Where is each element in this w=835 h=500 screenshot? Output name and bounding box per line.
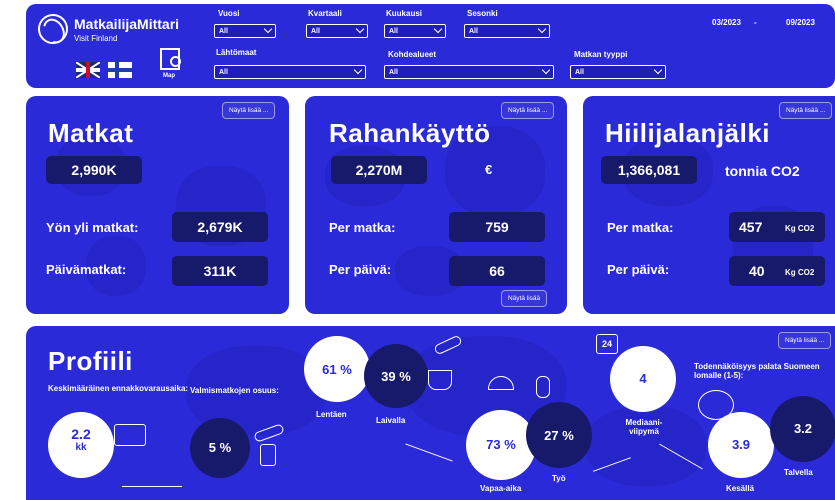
leisure-share-value: 73 % — [466, 410, 536, 480]
carbon-unit: tonnia CO2 — [725, 163, 800, 179]
per-trip-label: Per matka: — [329, 220, 396, 235]
summer-return-value: 3.9 — [708, 412, 774, 478]
origin-filter-label: Lähtömaat — [216, 48, 257, 57]
chevron-down-icon — [541, 65, 551, 75]
brand-name: MatkailijaMittari — [74, 16, 180, 32]
plane-share-value: 61 % — [304, 336, 370, 402]
per-trip-value: 759 — [449, 212, 545, 242]
spending-card: Näytä lisää ... Rahankäyttö 2,270M € Per… — [305, 96, 567, 314]
carbon-total: 1,366,081 — [601, 156, 697, 184]
spending-title: Rahankäyttö — [329, 118, 491, 148]
booking-time-label: Keskimääräinen ennakkovarausaika: — [48, 384, 189, 393]
work-share-label: Työ — [552, 474, 566, 483]
day-trips-value: 311K — [172, 256, 268, 286]
logo-icon — [38, 14, 68, 44]
chevron-down-icon — [355, 24, 365, 34]
origin-filter-select[interactable]: All — [214, 65, 366, 79]
map-label: Map — [163, 73, 175, 79]
booking-time-value: 2.2 — [71, 426, 91, 442]
trips-total: 2,990K — [46, 156, 142, 184]
summer-return-label: Kesällä — [726, 484, 755, 493]
winter-return-value: 3.2 — [770, 396, 835, 462]
quarter-filter-select[interactable]: All — [306, 24, 368, 38]
day-trips-label: Päivämatkat: — [46, 262, 127, 277]
date-end: 09/2023 — [786, 18, 815, 27]
median-stay-label: Mediaani-viipymä — [625, 418, 663, 436]
overnight-label: Yön yli matkat: — [46, 220, 139, 235]
chevron-down-icon — [537, 24, 547, 34]
trips-title: Matkat — [48, 118, 134, 148]
quarter-filter-label: Kvartaali — [308, 9, 342, 18]
calendar-icon: 24 — [596, 334, 618, 354]
destination-filter-label: Kohdealueet — [388, 50, 437, 59]
season-filter-label: Sesonki — [467, 9, 498, 18]
chevron-down-icon — [653, 65, 663, 75]
date-start: 03/2023 — [712, 18, 741, 27]
keyboard-icon — [114, 424, 146, 446]
show-more-button[interactable]: Näytä lisää ... — [222, 102, 276, 119]
per-day-unit: Kg CO2 — [785, 268, 815, 277]
winter-return-label: Talvella — [784, 468, 813, 477]
median-stay-value: 4 — [610, 346, 676, 412]
year-filter-select[interactable]: All — [214, 24, 276, 38]
ship-share-value: 39 % — [364, 344, 428, 408]
filter-header: MatkailijaMittari Visit Finland Map Vuos… — [26, 4, 835, 88]
brand-subtitle: Visit Finland — [74, 34, 118, 43]
chevron-down-icon — [433, 24, 443, 34]
show-more-button[interactable]: Näytä lisää ... — [779, 102, 833, 119]
ship-icon — [428, 370, 452, 390]
plane-share-label: Lentäen — [316, 410, 347, 419]
ship-share-label: Laivalla — [376, 416, 406, 425]
business-traveler-icon — [536, 376, 550, 398]
month-filter-label: Kuukausi — [386, 9, 423, 18]
package-share-value: 5 % — [190, 418, 250, 478]
show-more-button[interactable]: Näytä lisää ... — [778, 332, 832, 349]
return-probability-label: Todennäköisyys palata Suomeen lomalle (1… — [694, 362, 820, 380]
booking-time-circle: 2.2 kk — [48, 412, 114, 478]
leisure-share-label: Vapaa-aika — [480, 484, 522, 493]
overnight-value: 2,679K — [172, 212, 268, 242]
uk-flag-icon[interactable] — [76, 62, 100, 78]
per-trip-label: Per matka: — [607, 220, 674, 235]
chevron-down-icon — [353, 65, 363, 75]
carbon-title: Hiilijalanjälki — [605, 118, 771, 148]
finland-flag-icon[interactable] — [108, 62, 132, 78]
work-share-value: 27 % — [526, 402, 592, 468]
package-share-label: Valmismatkojen osuus: — [190, 386, 279, 395]
season-filter-select[interactable]: All — [464, 24, 550, 38]
spending-total: 2,270M — [331, 156, 427, 184]
arrow-icon — [122, 486, 182, 487]
chevron-down-icon — [263, 24, 273, 34]
trip-type-filter-select[interactable]: All — [570, 65, 666, 79]
luggage-icon — [260, 444, 276, 466]
profile-panel: Näytä lisää ... Profiili Keskimääräinen … — [26, 326, 835, 500]
year-filter-label: Vuosi — [218, 9, 240, 18]
profile-title: Profiili — [48, 346, 133, 376]
trip-type-filter-label: Matkan tyyppi — [574, 50, 628, 59]
trips-card: Näytä lisää ... Matkat 2,990K Yön yli ma… — [26, 96, 289, 314]
carbon-card: Näytä lisää ... Hiilijalanjälki 1,366,08… — [583, 96, 835, 314]
booking-time-unit: kk — [75, 442, 87, 453]
map-icon[interactable] — [160, 48, 181, 70]
show-more-button[interactable]: Näytä lisää ... — [501, 102, 555, 119]
per-day-value: 66 — [449, 256, 545, 286]
month-filter-select[interactable]: All — [384, 24, 446, 38]
per-trip-unit: Kg CO2 — [785, 224, 815, 233]
date-separator: - — [754, 18, 757, 27]
per-day-label: Per päivä: — [329, 262, 392, 277]
show-more-button[interactable]: Näytä lisää — [501, 290, 548, 307]
per-day-label: Per päivä: — [607, 262, 670, 277]
currency-symbol: € — [485, 162, 493, 177]
destination-filter-select[interactable]: All — [384, 65, 554, 79]
